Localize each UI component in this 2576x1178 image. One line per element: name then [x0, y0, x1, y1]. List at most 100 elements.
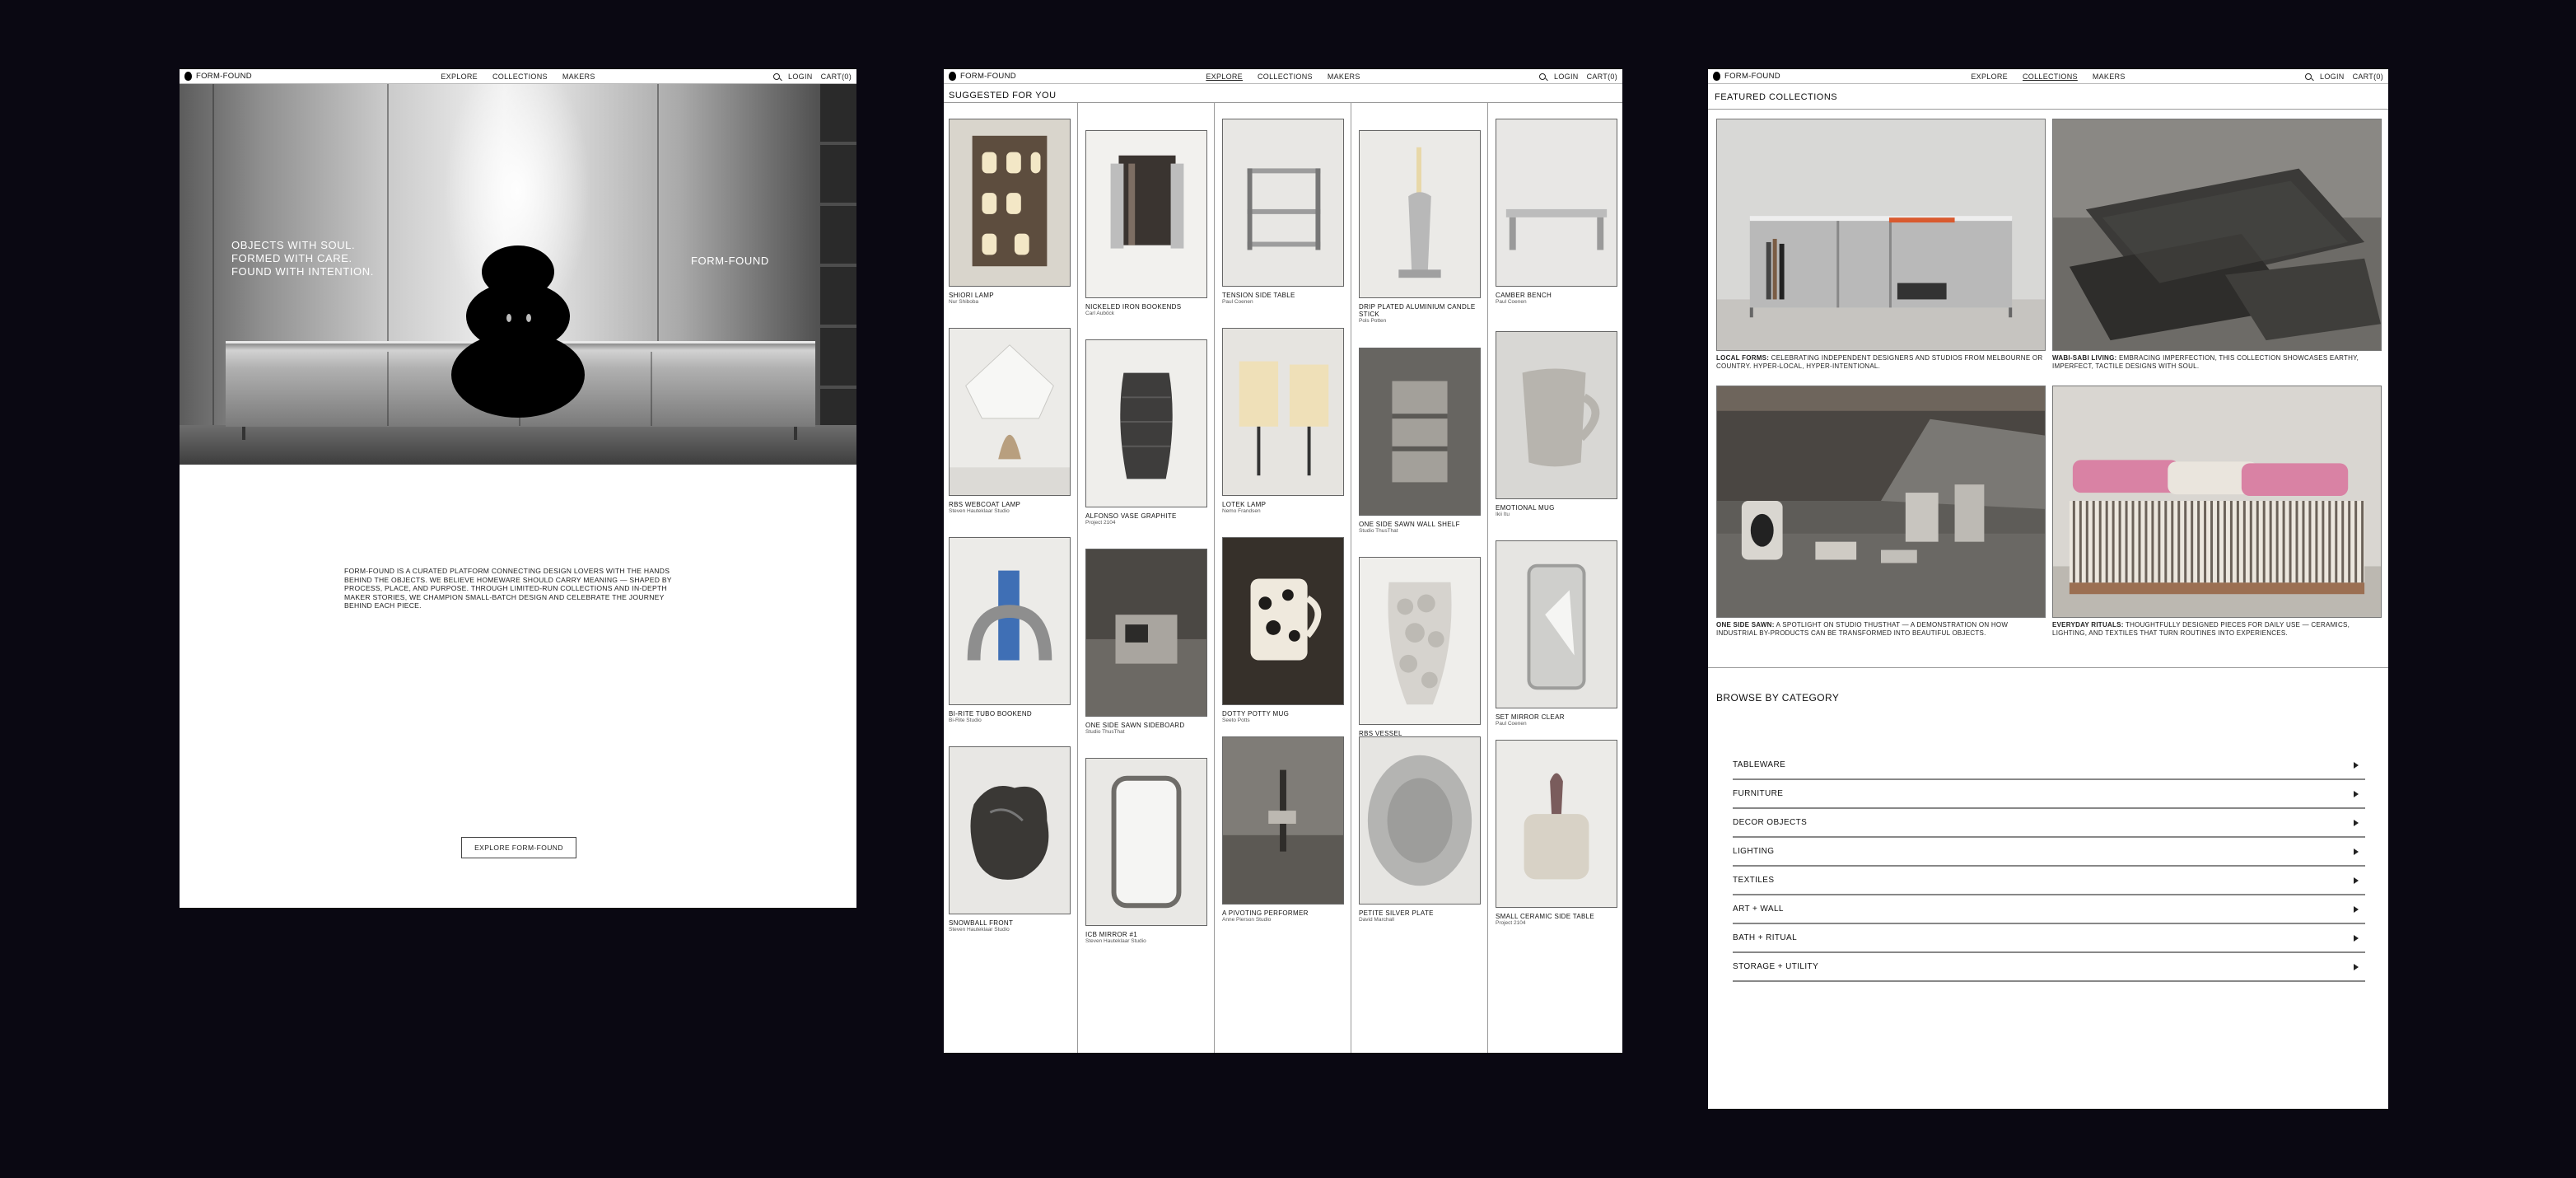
product-card-one-side-sawn-sideboard[interactable]: ONE SIDE SAWN SIDEBOARD Studio ThusThat — [1085, 549, 1207, 736]
nav-collections[interactable]: COLLECTIONS — [492, 72, 548, 81]
logo[interactable]: FORM-FOUND — [1713, 72, 1780, 81]
product-name: ALFONSO VASE GRAPHITE — [1085, 512, 1177, 520]
category-label: LIGHTING — [1733, 847, 1775, 856]
logo-mark-icon — [949, 72, 956, 81]
nav-cart[interactable]: CART(0) — [1587, 72, 1617, 81]
product-card-lotek-lamp[interactable]: LOTEK LAMP Nemo Frandsen — [1222, 328, 1344, 515]
nav-explore[interactable]: EXPLORE — [1206, 72, 1243, 81]
product-name: CAMBER BENCH — [1496, 292, 1552, 299]
product-name: NICKELED IRON BOOKENDS — [1085, 303, 1182, 311]
collection-caption: LOCAL FORMS: CELEBRATING INDEPENDENT DES… — [1716, 354, 2043, 370]
product-card-shiori-lamp[interactable]: SHIORI LAMP Nur Shiboba — [949, 119, 1071, 306]
nav-collections[interactable]: COLLECTIONS — [1258, 72, 1313, 81]
product-card-icb-mirror-1[interactable]: ICB MIRROR #1 Steven Hauteklaar Studio — [1085, 758, 1207, 945]
product-card-bi-rite-tubo-bookend[interactable]: BI-RITE TUBO BOOKEND Bi-Rite Studio — [949, 537, 1071, 724]
logo[interactable]: FORM-FOUND — [949, 72, 1016, 81]
product-image — [1359, 348, 1481, 516]
product-name: ONE SIDE SAWN SIDEBOARD — [1085, 722, 1185, 729]
product-card-tension-side-table[interactable]: TENSION SIDE TABLE Paul Coenen — [1222, 119, 1344, 306]
category-row-tableware[interactable]: TABLEWARE — [1733, 751, 2365, 780]
product-card-rbs-vessel[interactable]: RBS VESSELSteven Hauteklaar Studio — [1359, 557, 1481, 744]
product-card-a-pivoting-performer[interactable]: A PIVOTING PERFORMER Anne Pierson Studio — [1222, 736, 1344, 923]
logo-mark-icon — [1713, 72, 1720, 81]
product-maker: Steven Hauteklaar Studio — [1085, 938, 1146, 944]
product-name: SMALL CERAMIC SIDE TABLE — [1496, 913, 1594, 920]
about-link[interactable]: ABOUT — [503, 494, 531, 508]
hero-brand: FORM-FOUND — [691, 255, 769, 267]
product-card-rbs-webcoat-lamp[interactable]: RBS WEBCOAT LAMP Steven Hauteklaar Studio — [949, 328, 1071, 515]
arrow-right-icon — [2354, 876, 2359, 884]
category-row-lighting[interactable]: LIGHTING — [1733, 838, 2365, 867]
category-row-decor-objects[interactable]: DECOR OBJECTS — [1733, 809, 2365, 838]
product-card-nickeled-iron-bookends[interactable]: NICKELED IRON BOOKENDS Carl Auböck — [1085, 130, 1207, 317]
nav-makers[interactable]: MAKERS — [562, 72, 595, 81]
product-card-one-side-sawn-wall-shelf[interactable]: ONE SIDE SAWN WALL SHELF Studio ThusThat — [1359, 348, 1481, 535]
product-name: LOTEK LAMP — [1222, 501, 1267, 508]
nav-cart[interactable]: CART(0) — [2353, 72, 2383, 81]
product-card-set-mirror-clear[interactable]: SET MIRROR CLEAR Paul Coenen — [1496, 540, 1617, 727]
arrow-right-icon — [2354, 790, 2359, 797]
product-name: RBS WEBCOAT LAMP — [949, 501, 1021, 508]
collection-card-everyday-rituals[interactable]: EVERYDAY RITUALS: THOUGHTFULLY DESIGNED … — [2052, 386, 2382, 638]
product-maker: Project 2104 — [1496, 920, 1526, 926]
product-maker: Nur Shiboba — [949, 299, 979, 305]
browse-title: BROWSE BY CATEGORY — [1716, 692, 1840, 704]
arrow-right-icon — [2354, 848, 2359, 855]
product-card-alfonso-vase-graphite[interactable]: ALFONSO VASE GRAPHITE Project 2104 — [1085, 339, 1207, 526]
explore-button[interactable]: EXPLORE FORM-FOUND — [461, 837, 576, 858]
nav-login[interactable]: LOGIN — [1554, 72, 1579, 81]
product-image — [1496, 740, 1617, 908]
section-title: FEATURED COLLECTIONS — [1715, 92, 1838, 102]
nav-cart[interactable]: CART(0) — [821, 72, 852, 81]
collections-page-panel: FORM-FOUND EXPLORE COLLECTIONS MAKERS LO… — [1708, 69, 2388, 1109]
product-image — [1085, 549, 1207, 717]
product-image — [949, 537, 1071, 705]
product-maker: Studio ThusThat — [1359, 528, 1398, 534]
product-card-petite-silver-plate[interactable]: PETITE SILVER PLATE David Marchall — [1359, 736, 1481, 923]
product-card-camber-bench[interactable]: CAMBER BENCH Paul Coenen — [1496, 119, 1617, 306]
product-image — [949, 746, 1071, 914]
collection-card-local-forms[interactable]: LOCAL FORMS: CELEBRATING INDEPENDENT DES… — [1716, 119, 2046, 371]
nav-login[interactable]: LOGIN — [788, 72, 813, 81]
product-card-snowball-front[interactable]: SNOWBALL FRONT Steven Hauteklaar Studio — [949, 746, 1071, 933]
product-maker: Studio ThusThat — [1085, 729, 1125, 735]
product-image — [1496, 540, 1617, 708]
product-card-drip-plated-aluminium-candle-stick[interactable]: DRIP PLATED ALUMINIUM CANDLE STICK Pols P… — [1359, 130, 1481, 325]
category-row-bath-ritual[interactable]: BATH + RITUAL — [1733, 924, 2365, 953]
product-image — [1085, 758, 1207, 926]
product-maker: Steven Hauteklaar Studio — [949, 927, 1010, 933]
collection-caption: WABI-SABI LIVING: EMBRACING IMPERFECTION… — [2052, 354, 2359, 370]
product-image — [949, 328, 1071, 496]
logo[interactable]: FORM-FOUND — [184, 72, 252, 81]
product-card-small-ceramic-side-table[interactable]: SMALL CERAMIC SIDE TABLE Project 2104 — [1496, 740, 1617, 927]
nav-collections[interactable]: COLLECTIONS — [2023, 72, 2078, 81]
section-title: SUGGESTED FOR YOU — [949, 91, 1057, 101]
category-row-art-wall[interactable]: ART + WALL — [1733, 895, 2365, 924]
category-row-textiles[interactable]: TEXTILES — [1733, 867, 2365, 895]
product-maker: Steven Hauteklaar Studio — [949, 508, 1010, 514]
arrow-right-icon — [2354, 761, 2359, 769]
product-image — [1222, 736, 1344, 905]
collection-card-wabi-sabi[interactable]: WABI-SABI LIVING: EMBRACING IMPERFECTION… — [2052, 119, 2382, 371]
product-name: BI-RITE TUBO BOOKEND — [949, 710, 1032, 718]
nav-login[interactable]: LOGIN — [2320, 72, 2345, 81]
category-row-furniture[interactable]: FURNITURE — [1733, 780, 2365, 809]
product-card-dotty-potty-mug[interactable]: DOTTY POTTY MUG Seeto Potts — [1222, 537, 1344, 724]
product-image — [1359, 557, 1481, 725]
nav-makers[interactable]: MAKERS — [1328, 72, 1360, 81]
nav-makers[interactable]: MAKERS — [2093, 72, 2126, 81]
collection-image — [2052, 386, 2382, 618]
nav-explore[interactable]: EXPLORE — [441, 72, 478, 81]
search-icon[interactable] — [773, 72, 781, 80]
category-label: DECOR OBJECTS — [1733, 818, 1808, 827]
search-icon[interactable] — [2305, 72, 2312, 80]
product-image — [1496, 331, 1617, 499]
product-name: ICB MIRROR #1 — [1085, 931, 1138, 938]
logo-text: FORM-FOUND — [1724, 72, 1780, 81]
product-card-emotional-mug[interactable]: EMOTIONAL MUG Ikii Itu — [1496, 331, 1617, 518]
nav-explore[interactable]: EXPLORE — [1971, 72, 2008, 81]
category-row-storage-utility[interactable]: STORAGE + UTILITY — [1733, 953, 2365, 982]
logo-text: FORM-FOUND — [196, 72, 252, 81]
search-icon[interactable] — [1539, 72, 1547, 80]
collection-card-one-side-sawn[interactable]: ONE SIDE SAWN: A SPOTLIGHT ON STUDIO THU… — [1716, 386, 2046, 638]
